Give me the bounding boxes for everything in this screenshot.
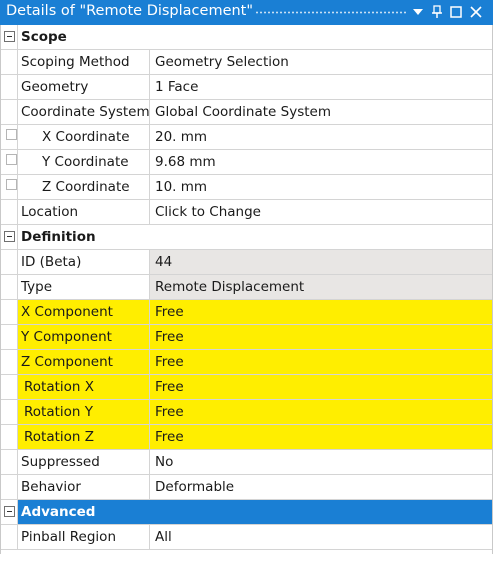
section-label: Advanced — [17, 500, 492, 524]
parameter-checkbox[interactable] — [6, 154, 17, 165]
property-name: Behavior — [17, 475, 150, 499]
details-panel: Details of "Remote Displacement" Scope S… — [0, 0, 493, 575]
row-rotation-z[interactable]: Rotation Z Free — [1, 425, 492, 450]
section-advanced[interactable]: Advanced — [1, 500, 492, 525]
empty-area — [0, 554, 493, 575]
property-name: Location — [17, 200, 150, 224]
dropdown-arrow-icon[interactable] — [409, 3, 427, 21]
section-scope[interactable]: Scope — [1, 25, 492, 50]
collapse-icon[interactable] — [4, 506, 15, 517]
property-value[interactable]: 9.68 mm — [150, 150, 492, 174]
row-id-beta[interactable]: ID (Beta) 44 — [1, 250, 492, 275]
property-value: 44 — [150, 250, 492, 274]
drag-grip[interactable] — [255, 11, 407, 14]
panel-title: Details of "Remote Displacement" — [6, 3, 254, 19]
row-location[interactable]: Location Click to Change — [1, 200, 492, 225]
property-value[interactable]: 10. mm — [150, 175, 492, 199]
property-value[interactable]: Free — [150, 325, 492, 349]
row-y-component[interactable]: Y Component Free — [1, 325, 492, 350]
property-value[interactable]: Free — [150, 400, 492, 424]
row-type[interactable]: Type Remote Displacement — [1, 275, 492, 300]
property-value: Remote Displacement — [150, 275, 492, 299]
property-name: Suppressed — [17, 450, 150, 474]
property-value[interactable]: Click to Change — [150, 200, 492, 224]
row-y-coordinate[interactable]: Y Coordinate 9.68 mm — [1, 150, 492, 175]
section-label: Definition — [17, 225, 492, 249]
property-name: Scoping Method — [17, 50, 150, 74]
property-name: X Coordinate — [17, 125, 150, 149]
property-name: Pinball Region — [17, 525, 150, 549]
property-value[interactable]: Global Coordinate System — [150, 100, 492, 124]
row-pinball-region[interactable]: Pinball Region All — [1, 525, 492, 550]
property-value[interactable]: No — [150, 450, 492, 474]
details-grid: Scope Scoping Method Geometry Selection … — [0, 25, 493, 554]
pin-icon[interactable] — [428, 3, 446, 21]
property-value[interactable]: Deformable — [150, 475, 492, 499]
property-name: Rotation X — [17, 375, 150, 399]
row-z-coordinate[interactable]: Z Coordinate 10. mm — [1, 175, 492, 200]
property-name: X Component — [17, 300, 150, 324]
collapse-icon[interactable] — [4, 31, 15, 42]
row-z-component[interactable]: Z Component Free — [1, 350, 492, 375]
property-name: ID (Beta) — [17, 250, 150, 274]
property-value[interactable]: Geometry Selection — [150, 50, 492, 74]
row-rotation-y[interactable]: Rotation Y Free — [1, 400, 492, 425]
property-value[interactable]: 20. mm — [150, 125, 492, 149]
row-coordinate-system[interactable]: Coordinate System Global Coordinate Syst… — [1, 100, 492, 125]
row-x-component[interactable]: X Component Free — [1, 300, 492, 325]
row-scoping-method[interactable]: Scoping Method Geometry Selection — [1, 50, 492, 75]
property-name: Z Coordinate — [17, 175, 150, 199]
property-name: Z Component — [17, 350, 150, 374]
property-name: Rotation Z — [17, 425, 150, 449]
row-geometry[interactable]: Geometry 1 Face — [1, 75, 492, 100]
property-name: Y Coordinate — [17, 150, 150, 174]
row-suppressed[interactable]: Suppressed No — [1, 450, 492, 475]
row-x-coordinate[interactable]: X Coordinate 20. mm — [1, 125, 492, 150]
property-value[interactable]: Free — [150, 425, 492, 449]
property-value[interactable]: All — [150, 525, 492, 549]
property-value[interactable]: Free — [150, 300, 492, 324]
row-rotation-x[interactable]: Rotation X Free — [1, 375, 492, 400]
property-value[interactable]: Free — [150, 350, 492, 374]
row-behavior[interactable]: Behavior Deformable — [1, 475, 492, 500]
parameter-checkbox[interactable] — [6, 179, 17, 190]
section-definition[interactable]: Definition — [1, 225, 492, 250]
details-title-bar[interactable]: Details of "Remote Displacement" — [0, 0, 493, 25]
property-name: Coordinate System — [17, 100, 150, 124]
collapse-icon[interactable] — [4, 231, 15, 242]
property-name: Rotation Y — [17, 400, 150, 424]
maximize-icon[interactable] — [447, 3, 465, 21]
close-icon[interactable] — [467, 3, 485, 21]
property-value[interactable]: 1 Face — [150, 75, 492, 99]
parameter-checkbox[interactable] — [6, 129, 17, 140]
property-name: Type — [17, 275, 150, 299]
section-label: Scope — [17, 25, 492, 49]
property-name: Geometry — [17, 75, 150, 99]
property-value[interactable]: Free — [150, 375, 492, 399]
property-name: Y Component — [17, 325, 150, 349]
